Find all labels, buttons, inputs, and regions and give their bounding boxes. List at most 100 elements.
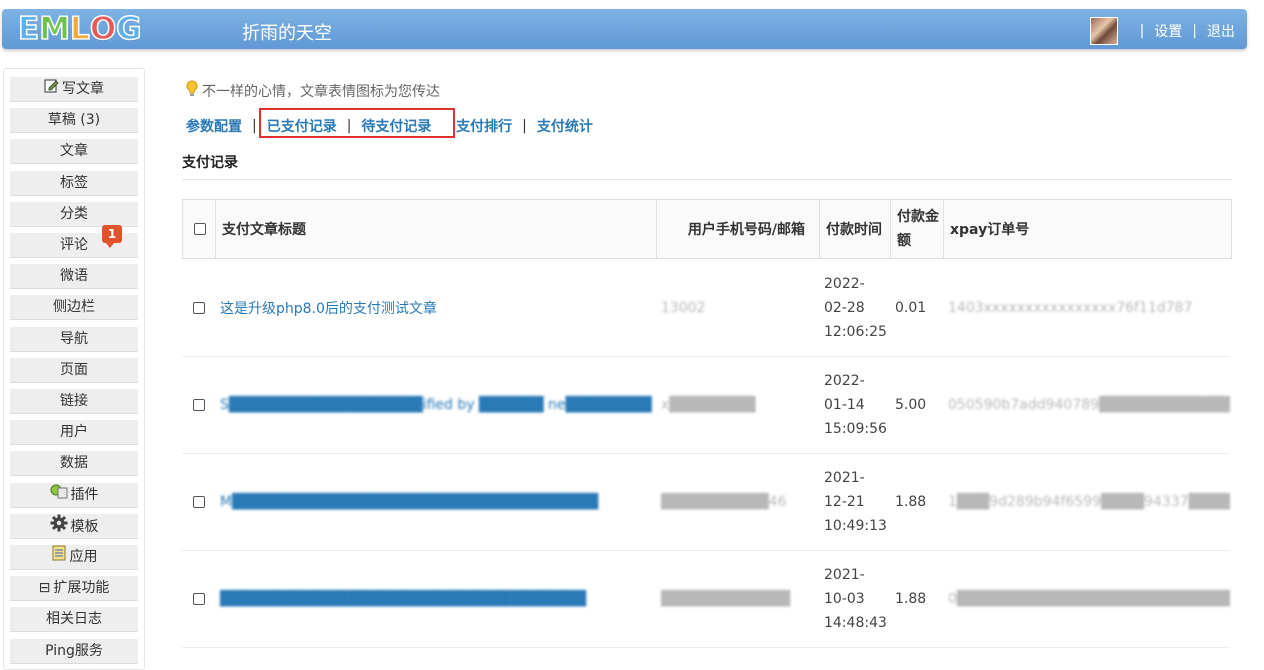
lightbulb-icon <box>186 80 198 102</box>
sidebar-item[interactable]: 数据 <box>10 451 138 477</box>
xpay-order-number: 0███████████████████████████████ <box>948 590 1230 607</box>
header-amount[interactable]: 付款金额 <box>890 200 943 258</box>
select-all-checkbox[interactable] <box>194 223 206 235</box>
tip: 不一样的心情，文章表情图标为您传达 <box>186 80 440 102</box>
article-title-link[interactable]: ██████████████████████████████████ <box>214 550 655 647</box>
select-all-checkbox-cell <box>183 200 215 258</box>
sidebar-item-label: Ping服务 <box>45 642 103 659</box>
payment-date-day: 12-21 <box>824 493 865 510</box>
sidebar-item-label: 标签 <box>60 174 88 191</box>
row-checkbox-cell <box>182 453 214 550</box>
sidebar-item[interactable]: 应用 <box>10 545 138 570</box>
logo-letter: M <box>38 10 71 48</box>
sidebar: 写文章草稿 (3) 文章标签分类评论 1 微语侧边栏导航页面链接用户数据插件模板应用 ⊟… <box>3 68 145 670</box>
payment-time: 2022- 02-28 12:06:25 <box>818 259 889 356</box>
payment-date-year: 2021- <box>824 566 865 583</box>
sidebar-item[interactable]: 侧边栏 <box>10 295 138 321</box>
payment-date-year: 2022- <box>824 275 865 292</box>
header-contact[interactable]: 用户手机号码/邮箱 <box>656 200 819 258</box>
logo-letter: G <box>115 10 142 48</box>
sidebar-item[interactable]: 草稿 (3) <box>10 108 138 134</box>
payment-date-year: 2021- <box>824 469 865 486</box>
sidebar-item-label: 草稿 (3) <box>47 112 101 129</box>
sidebar-item[interactable]: 导航 <box>10 326 138 352</box>
table-row: M██████████████████████████████████ █████… <box>182 453 1230 551</box>
row-checkbox-cell <box>182 356 214 453</box>
sidebar-item[interactable]: 文章 <box>10 139 138 165</box>
sidebar-item-label: 微语 <box>60 268 88 285</box>
sidebar-item-label: 扩展功能 <box>53 580 110 597</box>
sidebar-item-label: 导航 <box>60 330 88 347</box>
sidebar-item[interactable]: 模板 <box>10 513 138 539</box>
top-header: EMLOG 折雨的天空 | 设置 | 退出 <box>2 9 1247 49</box>
payment-amount: 1.88 <box>895 493 927 510</box>
sidebar-item-label: 链接 <box>60 393 88 409</box>
app-icon <box>51 545 67 569</box>
article-title-link[interactable]: S██████████████████ified by ██████ ne███… <box>214 356 655 453</box>
tab-ranking[interactable]: 支付排行 <box>456 116 512 136</box>
sidebar-item-label: 评论 <box>60 237 88 253</box>
row-checkbox[interactable] <box>193 398 205 411</box>
sidebar-item[interactable]: 分类 <box>10 201 138 227</box>
row-checkbox[interactable] <box>193 592 205 605</box>
sidebar-item[interactable]: 评论 1 <box>10 225 138 258</box>
table-header: 支付文章标题 用户手机号码/邮箱 付款时间 付款金额 xpay订单号 <box>182 200 1232 259</box>
tab-settings[interactable]: 参数配置 <box>186 116 242 136</box>
payment-amount: 5.00 <box>895 396 927 413</box>
payment-time-clock: 10:49:13 <box>824 517 887 534</box>
tip-text: 不一样的心情，文章表情图标为您传达 <box>202 84 440 100</box>
row-checkbox[interactable] <box>193 495 205 508</box>
payment-amount: 1.88 <box>895 590 927 607</box>
sidebar-item[interactable]: 链接 <box>10 389 138 414</box>
row-checkbox[interactable] <box>193 301 205 314</box>
sidebar-item-label: 模板 <box>70 518 99 535</box>
tab-statistics[interactable]: 支付统计 <box>537 116 593 136</box>
header-order[interactable]: xpay订单号 <box>943 200 1231 258</box>
table-row: 这是升级php8.0后的支付测试文章 13002 2022- 02-28 12:06:2… <box>182 259 1230 357</box>
user-contact: x████████ <box>661 396 756 413</box>
separator: | <box>252 118 257 134</box>
sidebar-item-label: 页面 <box>60 361 88 378</box>
settings-link[interactable]: 设置 <box>1154 21 1182 41</box>
section-title: 支付记录 <box>182 155 238 171</box>
emlog-logo[interactable]: EMLOG <box>17 10 142 48</box>
sidebar-item[interactable]: 插件 <box>10 482 138 508</box>
payment-time: 2021- 12-21 10:49:13 <box>818 453 889 550</box>
payment-date-year: 2022- <box>824 372 865 389</box>
sidebar-item-label: 插件 <box>70 486 99 503</box>
avatar[interactable] <box>1089 17 1118 45</box>
header-time[interactable]: 付款时间 <box>819 200 890 258</box>
logout-link[interactable]: 退出 <box>1207 21 1235 41</box>
separator: | <box>1139 23 1145 39</box>
sidebar-item-label: 用户 <box>60 424 88 441</box>
divider <box>182 179 1232 180</box>
payment-date-day: 02-28 <box>824 299 865 316</box>
collapse-icon: ⊟ <box>38 580 51 597</box>
sidebar-item[interactable]: 页面 <box>10 357 138 383</box>
row-checkbox-cell <box>182 259 214 356</box>
article-title-link[interactable]: 这是升级php8.0后的支付测试文章 <box>214 259 655 356</box>
logo-letter: E <box>17 10 40 48</box>
payment-table: 支付文章标题 用户手机号码/邮箱 付款时间 付款金额 xpay订单号 这是升级p… <box>182 199 1232 660</box>
sidebar-item[interactable]: 相关日志 <box>10 607 138 633</box>
payment-time-clock: 12:06:25 <box>824 323 887 340</box>
sidebar-item-label: 分类 <box>60 205 88 222</box>
site-title[interactable]: 折雨的天空 <box>242 19 332 45</box>
sidebar-item[interactable]: Ping服务 <box>10 638 138 664</box>
top-right-links: | 设置 | 退出 <box>1089 17 1235 45</box>
xpay-order-number: 1███9d289b94f6599████94337██████ <box>948 493 1230 510</box>
sidebar-item-label: 侧边栏 <box>53 299 95 316</box>
sidebar-item-label: 文章 <box>60 143 88 160</box>
sidebar-item[interactable]: 写文章 <box>10 77 138 102</box>
sidebar-item[interactable]: 用户 <box>10 420 138 446</box>
sidebar-item[interactable]: 标签 <box>10 170 138 196</box>
xpay-order-number: 1403xxxxxxxxxxxxxxxx76f11d787 <box>948 299 1193 316</box>
header-title[interactable]: 支付文章标题 <box>215 200 656 258</box>
comment-count-badge: 1 <box>102 225 122 248</box>
article-title-link[interactable]: M██████████████████████████████████ <box>214 453 655 550</box>
sidebar-item[interactable]: 微语 <box>10 264 138 290</box>
sidebar-item-label: 相关日志 <box>46 611 102 628</box>
payment-amount: 0.01 <box>895 299 927 316</box>
sidebar-item[interactable]: ⊟ 扩展功能 <box>10 576 138 602</box>
separator: | <box>522 118 527 134</box>
